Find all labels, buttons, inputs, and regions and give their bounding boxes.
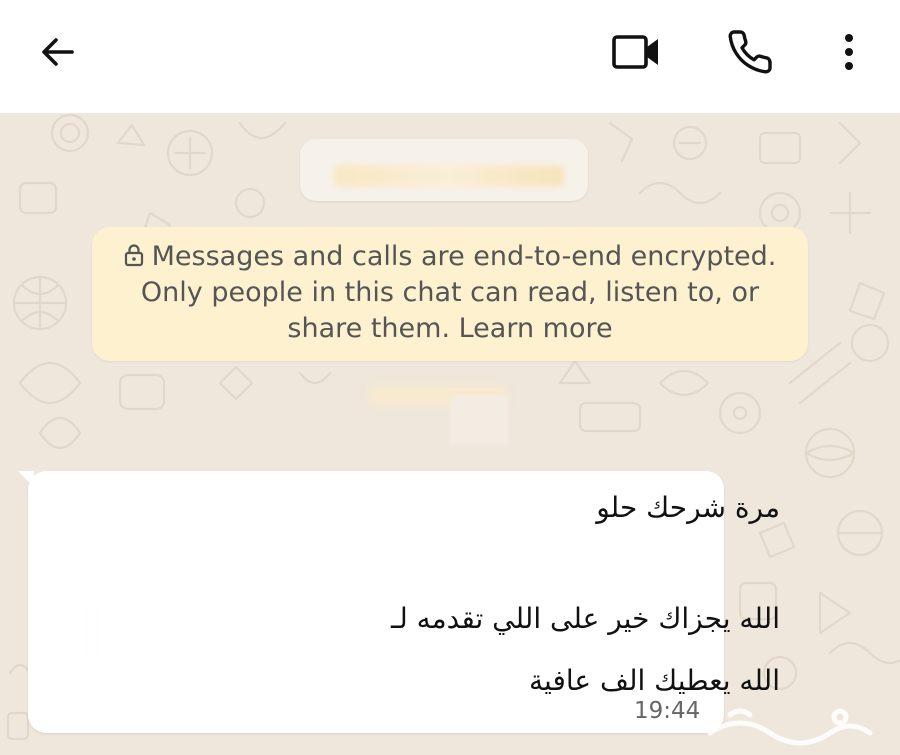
haraj-watermark-icon [707, 708, 873, 746]
phone-icon [728, 30, 772, 74]
back-button[interactable] [30, 24, 86, 80]
encryption-notice-line-1: Messages and calls are end-to-end encryp… [151, 241, 777, 272]
message-line-2: الله يجزاك خير على اللي تقدمه لـ [390, 602, 780, 635]
video-call-button[interactable] [605, 22, 669, 82]
arrow-left-icon [42, 38, 74, 66]
redacted-date [334, 165, 564, 187]
more-vertical-icon [845, 34, 853, 70]
chat-header [0, 0, 900, 113]
video-camera-icon [612, 35, 658, 69]
voice-call-button[interactable] [718, 22, 782, 82]
encryption-notice[interactable]: Messages and calls are end-to-end encryp… [92, 227, 808, 361]
lock-icon [124, 244, 143, 267]
more-options-button[interactable] [824, 22, 874, 82]
encryption-notice-line-3: share them. Learn more [287, 313, 613, 344]
date-separator [300, 139, 588, 201]
redacted-smudge [358, 385, 528, 445]
message-line-1: مرة شرحك حلو [596, 491, 780, 524]
chat-area[interactable]: Messages and calls are end-to-end encryp… [0, 113, 900, 755]
redacted-text [60, 601, 120, 661]
encryption-notice-line-2: Only people in this chat can read, liste… [140, 277, 760, 308]
